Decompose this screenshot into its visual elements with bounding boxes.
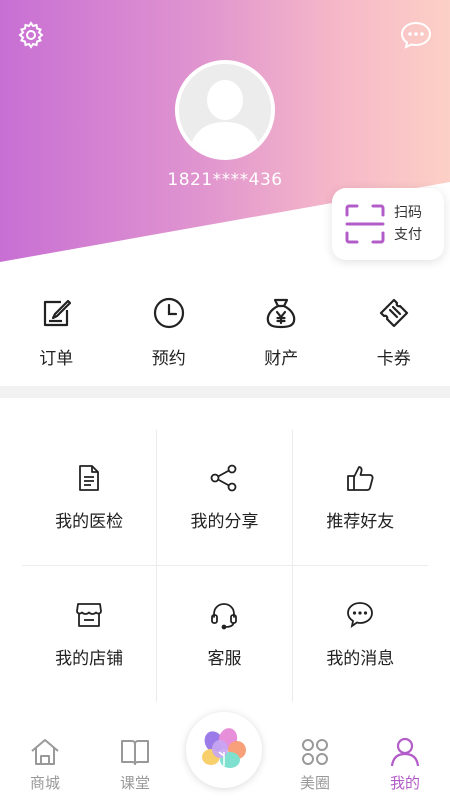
grid-item-my-messages[interactable]: 我的消息 (293, 566, 428, 702)
grid-item-label: 客服 (207, 648, 242, 669)
book-icon (121, 740, 149, 765)
service-grid: 我的医检 我的分享 推荐好友 我的店铺 客服 我的消息 (22, 430, 428, 702)
avatar-placeholder-icon (179, 64, 271, 156)
shortcut-orders[interactable]: 订单 (0, 286, 113, 376)
shortcut-coupons-label: 卡券 (376, 349, 411, 369)
thumbs-up-icon (347, 466, 374, 491)
grid-item-label: 我的分享 (190, 512, 259, 532)
ticket-icon (379, 298, 408, 328)
clock-icon (153, 297, 184, 329)
nav-label-mall: 商城 (29, 774, 60, 792)
document-icon (79, 465, 100, 491)
money-bag-icon (266, 298, 296, 329)
shortcut-assets-label: 财产 (264, 349, 299, 369)
scan-pay-line2: 支付 (394, 227, 422, 243)
grid-item-customer-service[interactable]: 客服 (157, 566, 293, 702)
circles-icon (302, 739, 328, 765)
message-icon (347, 601, 374, 628)
gear-icon[interactable] (16, 20, 46, 50)
nav-item-mine[interactable]: 我的 (360, 722, 450, 800)
grid-item-label: 我的消息 (326, 648, 395, 669)
flower-logo-icon (202, 728, 246, 768)
center-logo-button[interactable] (186, 712, 262, 788)
scan-icon (345, 204, 385, 244)
grid-item-label: 推荐好友 (326, 512, 395, 532)
shortcut-row: 订单 预约 财产 卡券 (0, 286, 450, 376)
grid-item-label: 我的医检 (55, 512, 124, 532)
shortcut-coupons[interactable]: 卡券 (338, 286, 450, 376)
grid-item-refer-friends[interactable]: 推荐好友 (292, 430, 428, 566)
person-icon (390, 737, 420, 767)
profile-header: 1821****436 扫码 支付 (0, 0, 450, 270)
nav-item-classroom[interactable]: 课堂 (90, 722, 180, 800)
headset-icon (211, 602, 238, 629)
grid-item-label: 我的店铺 (55, 648, 124, 669)
shortcut-assets[interactable]: 财产 (225, 286, 338, 376)
scan-pay-label: 扫码 支付 (394, 202, 422, 246)
grid-item-medical-checks[interactable]: 我的医检 (22, 430, 158, 566)
shortcut-appointments-label: 预约 (151, 349, 186, 369)
share-icon (211, 464, 237, 492)
nav-item-beauty-circle[interactable]: 美圈 (270, 722, 360, 800)
nav-label-classroom: 课堂 (119, 774, 150, 792)
user-phone: 1821****436 (167, 170, 283, 190)
shop-icon (76, 602, 103, 627)
grid-item-my-shop[interactable]: 我的店铺 (22, 566, 158, 702)
nav-label-mine: 我的 (389, 774, 420, 792)
scan-pay-line1: 扫码 (394, 205, 422, 221)
section-divider (0, 386, 450, 398)
shortcut-orders-label: 订单 (39, 349, 74, 369)
grid-item-my-shares[interactable]: 我的分享 (157, 430, 293, 566)
nav-item-mall[interactable]: 商城 (0, 722, 90, 800)
home-icon (31, 739, 59, 765)
shortcut-appointments[interactable]: 预约 (113, 286, 226, 376)
user-avatar[interactable] (175, 60, 275, 160)
nav-label-beauty-circle: 美圈 (299, 774, 330, 792)
chat-bubble-icon[interactable] (400, 20, 432, 50)
scan-pay-button[interactable]: 扫码 支付 (332, 188, 444, 260)
order-icon (44, 299, 72, 327)
